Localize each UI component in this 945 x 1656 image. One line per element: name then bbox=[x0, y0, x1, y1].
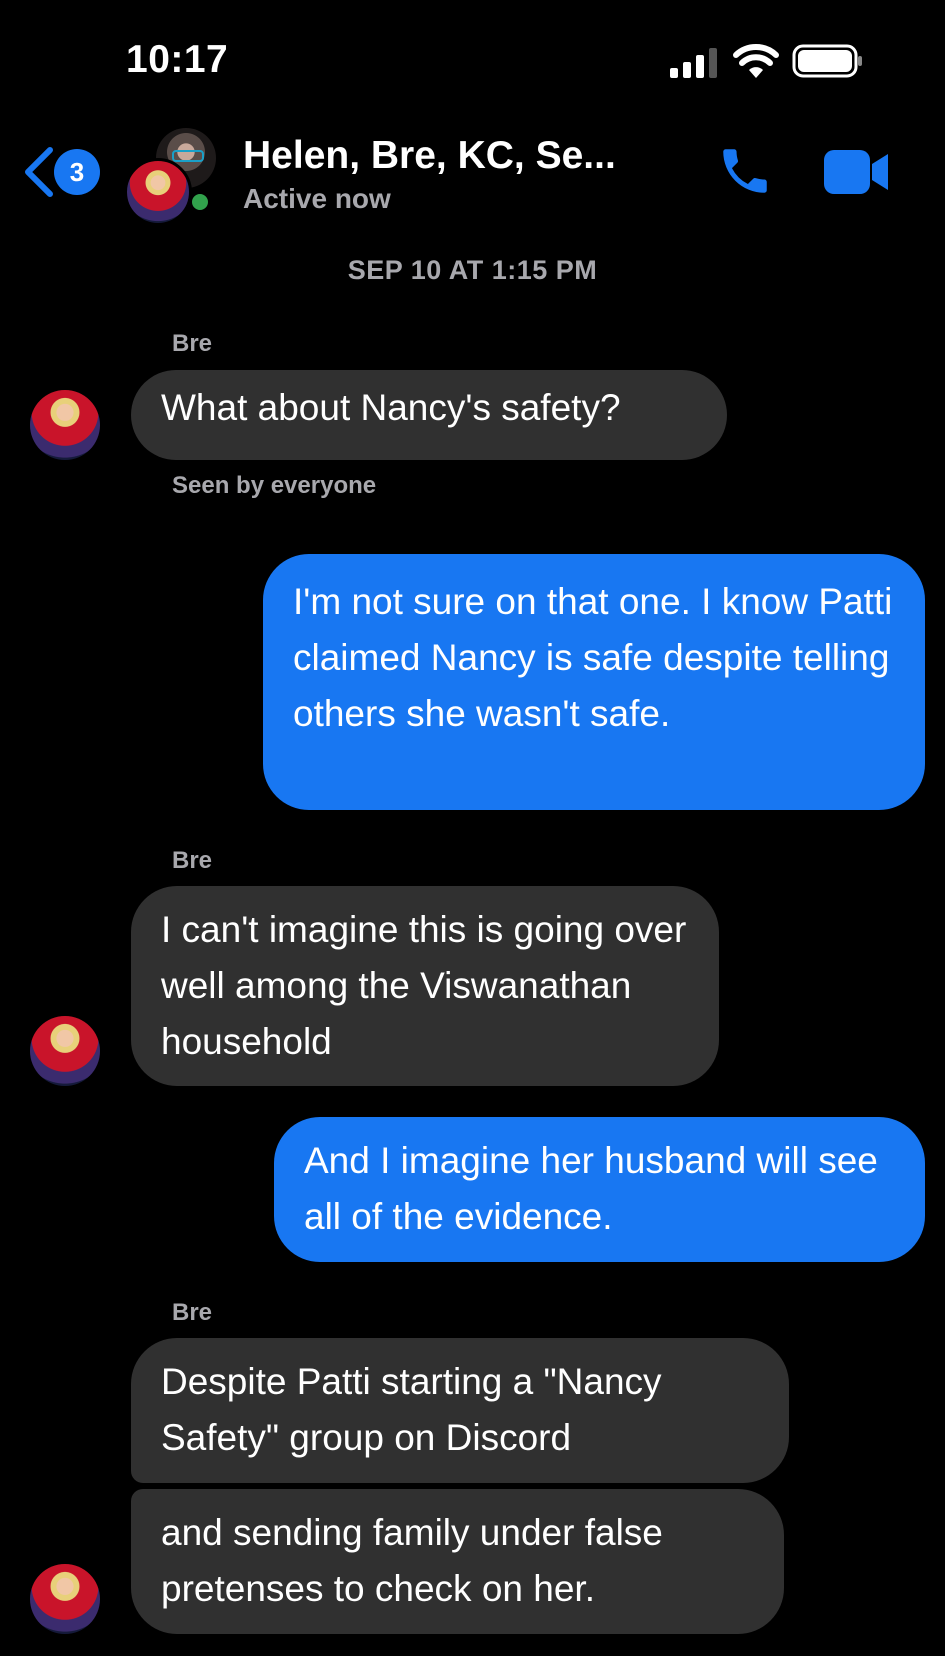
member-avatar bbox=[124, 158, 192, 226]
phone-icon[interactable] bbox=[716, 142, 774, 200]
sender-avatar[interactable] bbox=[30, 1016, 100, 1086]
incoming-message[interactable]: and sending family under false pretenses… bbox=[131, 1489, 784, 1634]
outgoing-message[interactable]: I'm not sure on that one. I know Patti c… bbox=[263, 554, 925, 810]
back-chevron-icon[interactable] bbox=[20, 146, 54, 198]
incoming-message[interactable]: What about Nancy's safety? bbox=[131, 370, 727, 460]
incoming-message[interactable]: Despite Patti starting a "Nancy Safety" … bbox=[131, 1338, 789, 1483]
cellular-signal-icon bbox=[670, 48, 717, 78]
outgoing-message[interactable]: And I imagine her husband will see all o… bbox=[274, 1117, 925, 1262]
online-status-dot bbox=[188, 190, 212, 214]
sender-name: Bre bbox=[172, 847, 213, 874]
conversation-title[interactable]: Helen, Bre, KC, Se... bbox=[243, 134, 616, 178]
active-status: Active now bbox=[243, 183, 391, 214]
sender-name: Bre bbox=[172, 330, 213, 357]
unread-count-badge[interactable]: 3 bbox=[54, 149, 100, 195]
sender-name: Bre bbox=[172, 1299, 213, 1326]
sender-avatar[interactable] bbox=[30, 1564, 100, 1634]
incoming-message[interactable]: I can't imagine this is going over well … bbox=[131, 886, 719, 1086]
video-camera-icon[interactable] bbox=[824, 150, 890, 194]
wifi-icon bbox=[733, 44, 779, 78]
read-receipt: Seen by everyone bbox=[172, 472, 377, 499]
sender-avatar[interactable] bbox=[30, 390, 100, 460]
battery-icon bbox=[792, 44, 862, 78]
chat-timestamp: SEP 10 AT 1:15 PM bbox=[347, 255, 598, 285]
group-avatar[interactable] bbox=[124, 126, 224, 226]
status-time: 10:17 bbox=[126, 38, 229, 81]
